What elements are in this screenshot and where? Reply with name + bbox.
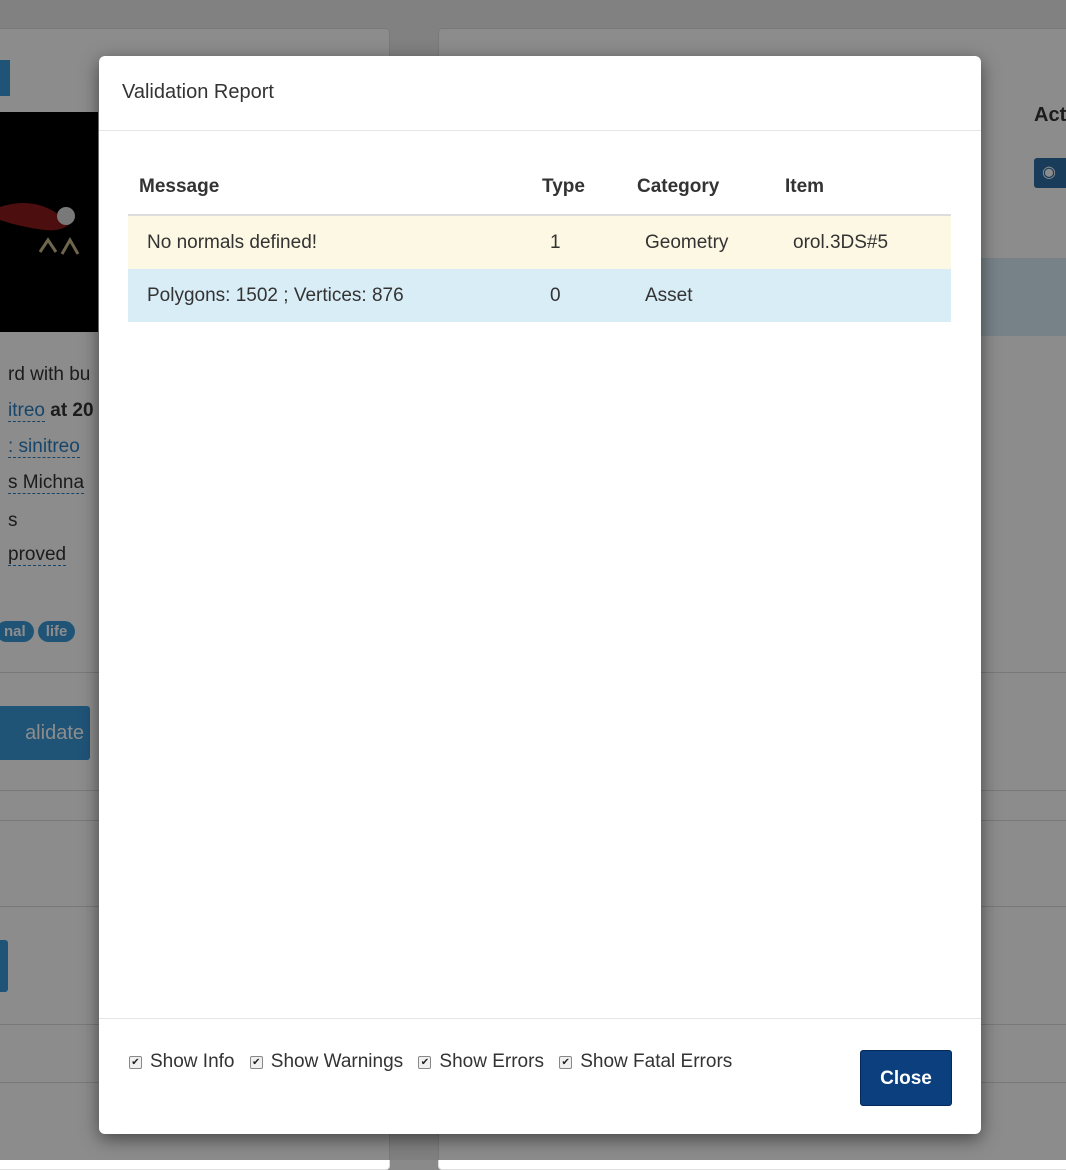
filter-checkboxes: ✔ Show Info ✔ Show Warnings ✔ Show Errors ✔… [129,1051,742,1073]
modal-footer: ✔ Show Info ✔ Show Warnings ✔ Show Errors ✔… [99,1018,981,1134]
column-header-message: Message [128,159,531,216]
table-header-row: Message Type Category Item [128,159,951,216]
filter-label: Show Warnings [270,1051,404,1072]
filter-label: Show Errors [439,1051,544,1072]
checkbox-checked-icon[interactable]: ✔ [249,1056,263,1069]
column-header-type: Type [531,159,626,216]
cell-message: Polygons: 1502 ; Vertices: 876 [128,269,531,322]
modal-header: Validation Report [99,56,981,131]
column-header-item: Item [774,159,951,216]
cell-category: Asset [626,269,774,322]
filter-label: Show Fatal Errors [580,1051,733,1072]
checkbox-checked-icon[interactable]: ✔ [418,1056,432,1069]
cell-item [774,269,951,322]
show-warnings-filter[interactable]: ✔ Show Warnings [249,1051,404,1073]
show-errors-filter[interactable]: ✔ Show Errors [418,1051,544,1073]
column-header-category: Category [626,159,774,216]
table-row: No normals defined! 1 Geometry orol.3DS#… [128,215,951,269]
cell-category: Geometry [626,215,774,269]
validation-table: Message Type Category Item No normals de… [128,159,951,322]
checkbox-checked-icon[interactable]: ✔ [129,1056,142,1069]
validation-report-dialog: Validation Report Message Type Category … [99,56,981,1134]
cell-item: orol.3DS#5 [774,215,951,269]
checkbox-checked-icon[interactable]: ✔ [559,1056,573,1069]
show-info-filter[interactable]: ✔ Show Info [129,1051,235,1073]
filter-label: Show Info [150,1051,235,1072]
table-row: Polygons: 1502 ; Vertices: 876 0 Asset [128,269,951,322]
modal-body: Message Type Category Item No normals de… [128,159,951,322]
cell-message: No normals defined! [128,215,531,269]
cell-type: 0 [531,269,626,322]
close-button[interactable]: Close [860,1050,952,1106]
modal-title: Validation Report [122,81,274,103]
show-fatal-errors-filter[interactable]: ✔ Show Fatal Errors [559,1051,732,1073]
cell-type: 1 [531,215,626,269]
